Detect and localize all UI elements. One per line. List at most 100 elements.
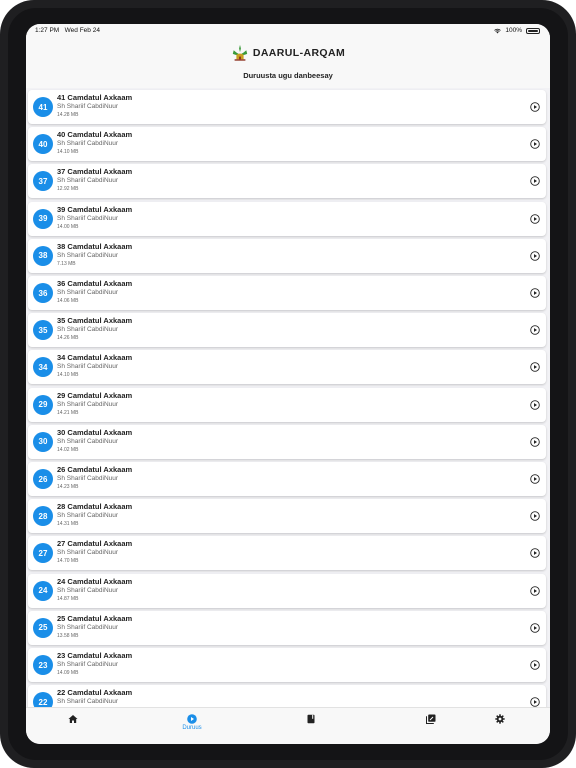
lesson-title: 22 Camdatul Axkaam xyxy=(57,688,133,698)
lesson-number-badge: 25 xyxy=(33,617,53,638)
lesson-row[interactable]: 29 29 Camdatul Axkaam Sh Shariif CabdiNuur… xyxy=(28,387,546,422)
lesson-number-badge: 38 xyxy=(33,245,53,266)
play-circle-outline-icon[interactable] xyxy=(530,437,540,447)
tab-duruus[interactable]: Duruus xyxy=(172,714,212,731)
lesson-row[interactable]: 36 36 Camdatul Axkaam Sh Shariif CabdiNuur… xyxy=(28,276,546,310)
play-circle-outline-icon[interactable] xyxy=(530,102,540,112)
lesson-row[interactable]: 28 28 Camdatul Axkaam Sh Shariif CabdiNuur… xyxy=(28,499,546,534)
book-icon xyxy=(307,714,315,724)
lesson-author: Sh Shariif CabdiNuur xyxy=(57,214,119,222)
lesson-row[interactable]: 34 34 Camdatul Axkaam Sh Shariif CabdiNuur… xyxy=(28,350,546,385)
lesson-row[interactable]: 39 39 Camdatul Axkaam Sh Shariif CabdiNuur… xyxy=(28,201,546,236)
section-subtitle: Duruusta ugu danbeesay xyxy=(243,71,333,80)
lesson-size: 14.02 MB xyxy=(57,446,79,453)
play-circle-outline-icon[interactable] xyxy=(530,362,540,373)
play-circle-icon xyxy=(187,714,197,724)
lesson-title: 38 Camdatul Axkaam xyxy=(57,241,133,251)
play-circle-outline-icon[interactable] xyxy=(530,251,540,261)
tab-settings[interactable] xyxy=(480,714,520,724)
lesson-number-badge: 22 xyxy=(33,692,53,708)
play-circle-outline-icon[interactable] xyxy=(530,660,540,670)
play-circle-outline-icon[interactable] xyxy=(530,623,540,633)
lesson-number-badge: 36 xyxy=(33,283,53,303)
lesson-author: Sh Shariif CabdiNuur xyxy=(57,437,119,445)
lesson-number-badge: 28 xyxy=(33,506,53,527)
tab-library[interactable] xyxy=(411,714,451,724)
lesson-title: 24 Camdatul Axkaam xyxy=(57,576,133,586)
tab-books[interactable] xyxy=(291,714,331,724)
play-circle-outline-icon[interactable] xyxy=(530,511,540,521)
lesson-author: Sh Shariif CabdiNuur xyxy=(57,140,119,148)
lesson-number-badge: 26 xyxy=(33,469,53,489)
lesson-number-badge: 37 xyxy=(33,171,53,192)
lesson-row[interactable]: 24 24 Camdatul Axkaam Sh Shariif CabdiNuur… xyxy=(28,573,546,608)
lesson-size: 14.87 MB xyxy=(57,595,79,602)
lesson-author: Sh Shariif CabdiNuur xyxy=(57,326,119,334)
lesson-author: Sh Shariif CabdiNuur xyxy=(57,400,119,408)
lesson-row[interactable]: 25 25 Camdatul Axkaam Sh Shariif CabdiNuur… xyxy=(28,610,546,645)
status-bar: 1:27 PM Wed Feb 24 100% xyxy=(26,24,550,38)
wifi-icon xyxy=(494,28,502,33)
lesson-size: 7.13 MB xyxy=(57,260,76,267)
lesson-title: 25 Camdatul Axkaam xyxy=(57,613,133,623)
play-circle-outline-icon[interactable] xyxy=(530,474,540,484)
play-circle-outline-icon[interactable] xyxy=(530,697,540,707)
lesson-title: 40 Camdatul Axkaam xyxy=(57,130,133,140)
tab-home[interactable] xyxy=(53,714,93,724)
lesson-title: 28 Camdatul Axkaam xyxy=(57,502,133,512)
lesson-title: 39 Camdatul Axkaam xyxy=(57,204,133,214)
lesson-title: 34 Camdatul Axkaam xyxy=(57,353,133,363)
lesson-row[interactable]: 30 30 Camdatul Axkaam Sh Shariif CabdiNuur… xyxy=(28,424,546,459)
lesson-number-badge: 29 xyxy=(33,394,53,415)
lesson-number-badge: 35 xyxy=(33,320,53,341)
play-circle-outline-icon[interactable] xyxy=(530,548,540,559)
device-frame: 1:27 PM Wed Feb 24 100% DAARUL-ARQAM Dur… xyxy=(0,0,576,768)
app-title: DAARUL-ARQAM xyxy=(252,47,346,59)
lesson-size: 14.31 MB xyxy=(57,521,79,528)
home-icon xyxy=(68,715,78,723)
lesson-number-badge: 40 xyxy=(33,134,53,155)
play-circle-outline-icon[interactable] xyxy=(530,325,540,335)
lesson-size: 14.23 MB xyxy=(57,484,79,490)
app-logo-title: DAARUL-ARQAM xyxy=(26,44,550,62)
lesson-author: Sh Shariif CabdiNuur xyxy=(57,289,119,296)
play-circle-outline-icon[interactable] xyxy=(530,176,540,187)
tab-bar: Duruus xyxy=(26,707,550,744)
lesson-author: Sh Shariif CabdiNuur xyxy=(57,475,119,482)
lesson-row[interactable]: 37 37 Camdatul Axkaam Sh Shariif CabdiNuur… xyxy=(28,164,546,199)
lesson-author: Sh Shariif CabdiNuur xyxy=(57,251,119,259)
lesson-title: 27 Camdatul Axkaam xyxy=(57,539,133,549)
play-circle-outline-icon[interactable] xyxy=(530,585,540,596)
play-circle-outline-icon[interactable] xyxy=(530,139,540,149)
lesson-row[interactable]: 26 26 Camdatul Axkaam Sh Shariif CabdiNuur… xyxy=(28,462,546,496)
lesson-row[interactable]: 22 22 Camdatul Axkaam Sh Shariif CabdiNuur xyxy=(28,685,546,708)
lesson-row[interactable]: 35 35 Camdatul Axkaam Sh Shariif CabdiNuur… xyxy=(28,313,546,348)
lesson-row[interactable]: 27 27 Camdatul Axkaam Sh Shariif CabdiNuur… xyxy=(28,536,546,571)
lesson-row[interactable]: 41 41 Camdatul Axkaam Sh Shariif CabdiNuur… xyxy=(28,90,546,124)
lesson-title: 37 Camdatul Axkaam xyxy=(57,167,133,177)
lesson-row[interactable]: 23 23 Camdatul Axkaam Sh Shariif CabdiNuur… xyxy=(28,648,546,682)
play-circle-outline-icon[interactable] xyxy=(530,399,540,410)
lesson-size: 14.00 MB xyxy=(57,223,79,230)
lesson-size: 14.26 MB xyxy=(57,335,79,342)
lesson-row[interactable]: 38 38 Camdatul Axkaam Sh Shariif CabdiNuur… xyxy=(28,238,546,273)
lesson-author: Sh Shariif CabdiNuur xyxy=(57,103,119,110)
lesson-author: Sh Shariif CabdiNuur xyxy=(57,363,119,371)
library-icon xyxy=(426,714,436,724)
play-circle-outline-icon[interactable] xyxy=(530,288,540,298)
lesson-author: Sh Shariif CabdiNuur xyxy=(57,177,119,185)
lesson-title: 41 Camdatul Axkaam xyxy=(57,93,133,102)
lesson-author: Sh Shariif CabdiNuur xyxy=(57,661,119,668)
battery-percent: 100% xyxy=(505,27,522,34)
lesson-size: 14.21 MB xyxy=(57,409,79,416)
lesson-list[interactable]: 41 41 Camdatul Axkaam Sh Shariif CabdiNuur… xyxy=(26,88,550,708)
gear-icon xyxy=(495,714,505,724)
play-circle-outline-icon[interactable] xyxy=(530,213,540,224)
status-right: 100% xyxy=(494,27,540,34)
lesson-number-badge: 39 xyxy=(33,208,53,229)
screen: 1:27 PM Wed Feb 24 100% DAARUL-ARQAM Dur… xyxy=(26,24,550,744)
lesson-number-badge: 34 xyxy=(33,357,53,378)
lesson-size: 12.92 MB xyxy=(57,186,79,193)
lesson-number-badge: 24 xyxy=(33,580,53,601)
lesson-row[interactable]: 40 40 Camdatul Axkaam Sh Shariif CabdiNuur… xyxy=(28,127,546,162)
